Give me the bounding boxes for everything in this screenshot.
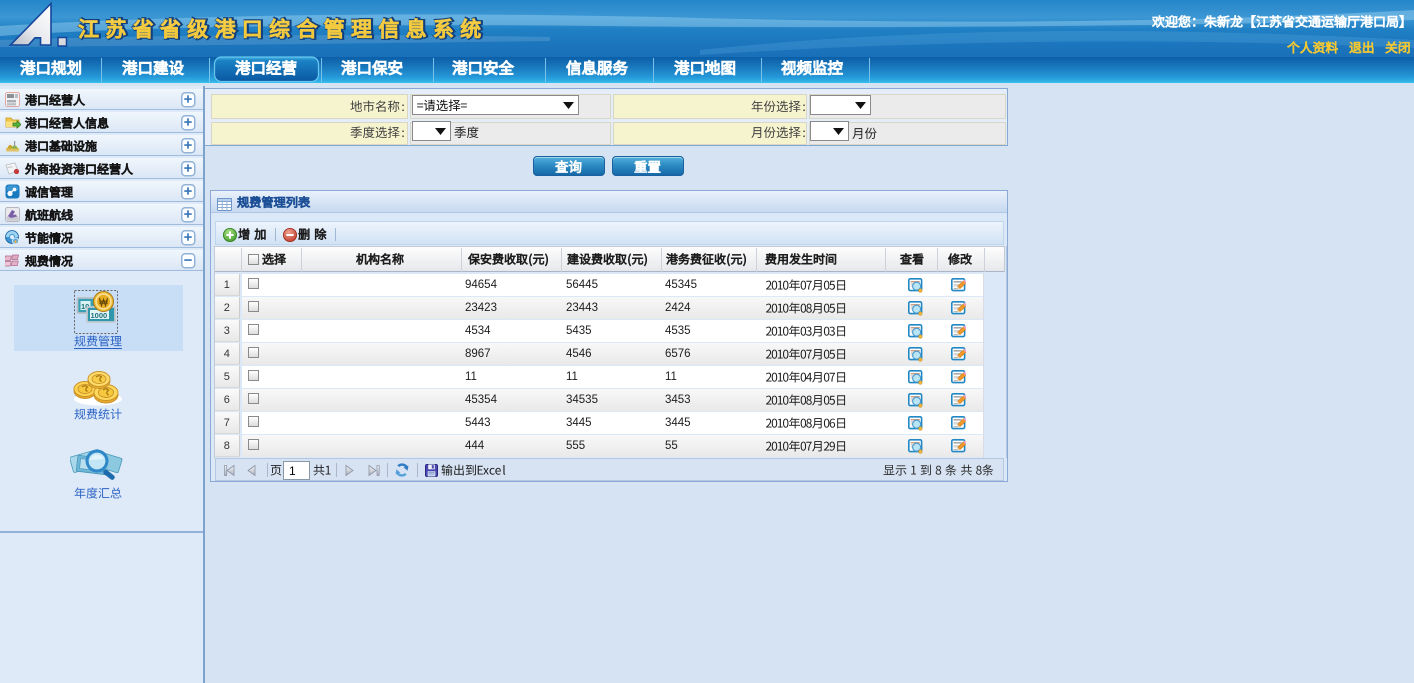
svg-text:1000: 1000 [91,311,108,320]
